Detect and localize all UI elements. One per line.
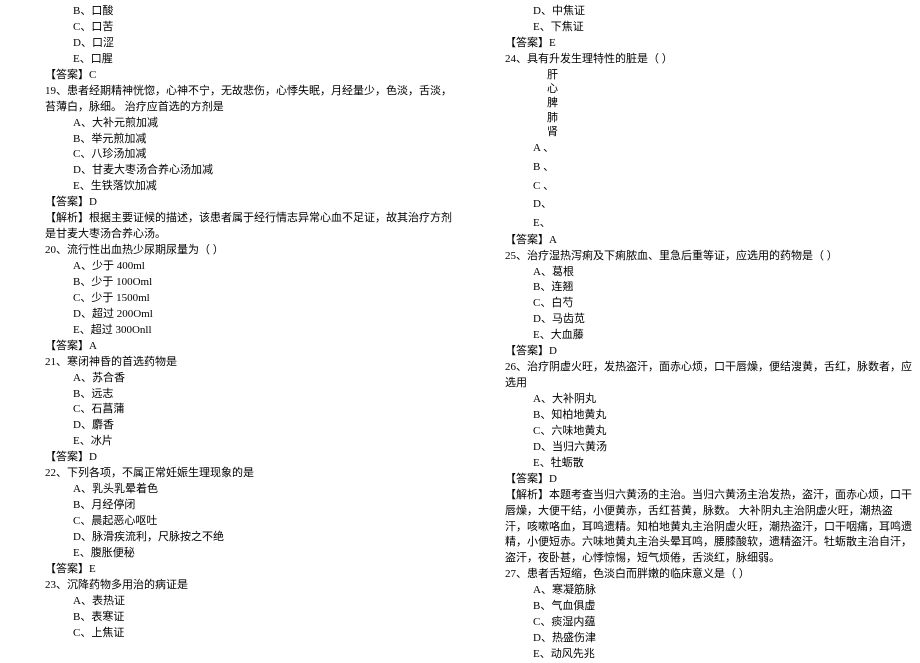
q23-option-d: D、中焦证 (505, 4, 912, 20)
q24-option-e: E、 (505, 214, 912, 233)
q20-option-e: E、超过 300Onll (45, 323, 452, 339)
right-column: D、中焦证 E、下焦证 【答案】E 24、具有升发生理特性的脏是（ ） 肝 心 … (460, 0, 920, 651)
q24-text: 24、具有升发生理特性的脏是（ ） (505, 52, 912, 68)
q26-option-a: A、大补阴丸 (505, 392, 912, 408)
q21-option-b: B、远志 (45, 387, 452, 403)
q18-option-c: C、口苦 (45, 20, 452, 36)
q23-option-b: B、表寒证 (45, 610, 452, 626)
q18-option-b: B、口酸 (45, 4, 452, 20)
q20-option-a: A、少于 400ml (45, 259, 452, 275)
q18-option-e: E、口腥 (45, 52, 452, 68)
q26-text: 26、治疗阴虚火旺，发热盗汗，面赤心烦，口干唇燥，便结溲黄，舌红，脉数者，应选用 (505, 360, 912, 392)
q20-option-d: D、超过 200Oml (45, 307, 452, 323)
q27-option-c: C、痰湿内蕴 (505, 615, 912, 631)
q24-option-a: A 、 (505, 139, 912, 158)
q20-option-c: C、少于 1500ml (45, 291, 452, 307)
q27-option-e: E、动风先兆 (505, 647, 912, 663)
q20-answer: 【答案】A (45, 339, 452, 355)
q26-answer: 【答案】D (505, 472, 912, 488)
q26-option-e: E、牡蛎散 (505, 456, 912, 472)
q23-option-e: E、下焦证 (505, 20, 912, 36)
q26-option-b: B、知柏地黄丸 (505, 408, 912, 424)
q24-option-b: B 、 (505, 158, 912, 177)
q25-option-a: A、葛根 (505, 265, 912, 281)
q23-answer: 【答案】E (505, 36, 912, 52)
left-column: B、口酸 C、口苦 D、口涩 E、口腥 【答案】C 19、患者经期精神恍惚，心神… (0, 0, 460, 651)
q23-option-a: A、表热证 (45, 594, 452, 610)
q19-option-e: E、生铁落饮加减 (45, 179, 452, 195)
q24-choice-a: 肝 (505, 68, 912, 82)
q19-option-a: A、大补元煎加减 (45, 116, 452, 132)
q24-choice-e: 肾 (505, 125, 912, 139)
q19-option-b: B、举元煎加减 (45, 132, 452, 148)
q22-option-c: C、晨起恶心呕吐 (45, 514, 452, 530)
q27-option-d: D、热盛伤津 (505, 631, 912, 647)
q23-text: 23、沉降药物多用治的病证是 (45, 578, 452, 594)
q21-option-e: E、冰片 (45, 434, 452, 450)
q24-option-c: C 、 (505, 177, 912, 196)
q22-option-d: D、脉滑疾流利，尺脉按之不绝 (45, 530, 452, 546)
q23-option-c: C、上焦证 (45, 626, 452, 642)
q21-option-a: A、苏合香 (45, 371, 452, 387)
q22-option-a: A、乳头乳晕着色 (45, 482, 452, 498)
q18-answer: 【答案】C (45, 68, 452, 84)
q27-option-a: A、寒凝筋脉 (505, 583, 912, 599)
q21-text: 21、寒闭神昏的首选药物是 (45, 355, 452, 371)
q22-answer: 【答案】E (45, 562, 452, 578)
q19-option-d: D、甘麦大枣汤合养心汤加减 (45, 163, 452, 179)
q26-option-c: C、六味地黄丸 (505, 424, 912, 440)
q19-option-c: C、八珍汤加减 (45, 147, 452, 163)
q22-text: 22、下列各项，不属正常妊娠生理现象的是 (45, 466, 452, 482)
q24-choice-d: 肺 (505, 111, 912, 125)
q25-option-c: C、白芍 (505, 296, 912, 312)
q27-text: 27、患者舌短缩，色淡白而胖嫩的临床意义是（ ） (505, 567, 912, 583)
q19-answer: 【答案】D (45, 195, 452, 211)
q21-option-d: D、麝香 (45, 418, 452, 434)
q20-text: 20、流行性出血热少尿期尿量为（ ） (45, 243, 452, 259)
q18-option-d: D、口涩 (45, 36, 452, 52)
q26-explain: 【解析】本题考查当归六黄汤的主治。当归六黄汤主治发热，盗汗，面赤心烦，口干唇燥，… (505, 488, 912, 568)
q27-option-b: B、气血俱虚 (505, 599, 912, 615)
q22-option-b: B、月经停闭 (45, 498, 452, 514)
q25-text: 25、治疗湿热泻痢及下痢脓血、里急后重等证，应选用的药物是（ ） (505, 249, 912, 265)
q24-choice-c: 脾 (505, 96, 912, 110)
q24-option-d: D、 (505, 195, 912, 214)
q21-option-c: C、石菖蒲 (45, 402, 452, 418)
q22-option-e: E、腹胀便秘 (45, 546, 452, 562)
q25-answer: 【答案】D (505, 344, 912, 360)
q24-choice-b: 心 (505, 82, 912, 96)
q19-explain: 【解析】根据主要证候的描述，该患者属于经行情志异常心血不足证，故其治疗方剂是甘麦… (45, 211, 452, 243)
q25-option-b: B、连翘 (505, 280, 912, 296)
q25-option-e: E、大血藤 (505, 328, 912, 344)
q26-option-d: D、当归六黄汤 (505, 440, 912, 456)
q21-answer: 【答案】D (45, 450, 452, 466)
q19-text: 19、患者经期精神恍惚，心神不宁，无故悲伤，心悸失眠，月经量少，色淡，舌淡，苔薄… (45, 84, 452, 116)
q25-option-d: D、马齿苋 (505, 312, 912, 328)
q24-answer: 【答案】A (505, 233, 912, 249)
q20-option-b: B、少于 100Oml (45, 275, 452, 291)
